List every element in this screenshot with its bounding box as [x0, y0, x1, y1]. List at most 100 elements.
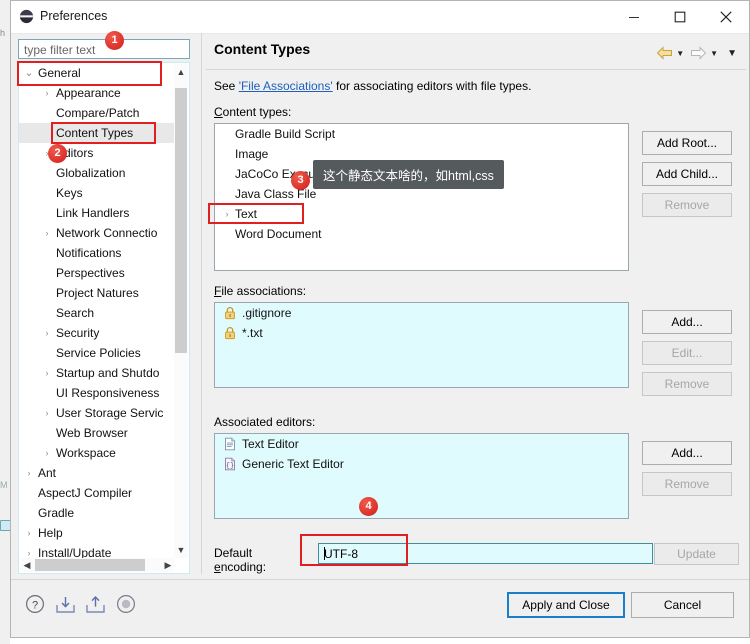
sidebar-item-ant[interactable]: › Ant — [19, 463, 176, 483]
view-menu-chevron-down-icon[interactable]: ▼ — [724, 48, 740, 59]
sidebar-item-globalization[interactable]: Globalization — [19, 163, 176, 183]
content-types-list[interactable]: Gradle Build Script Image JaCoCo Execution… — [214, 123, 629, 271]
background-window-strip: h M — [0, 0, 11, 644]
sidebar-item-gradle[interactable]: Gradle — [19, 503, 176, 523]
forward-arrow-icon — [691, 46, 707, 60]
preference-tree[interactable]: ⌄ General › Appearance Compare/Patch Content … — [18, 62, 190, 574]
default-encoding-value: UTF-8 — [324, 547, 358, 561]
sidebar-item-help[interactable]: › Help — [19, 523, 176, 543]
associated-editors-list[interactable]: Text Editor {} Generic Text Editor — [214, 433, 629, 519]
chevron-right-icon[interactable]: › — [41, 223, 53, 243]
file-associations-list[interactable]: .gitignore *.txt — [214, 302, 629, 388]
preference-tree-list[interactable]: ⌄ General › Appearance Compare/Patch Content … — [19, 63, 176, 559]
sidebar-item-editors[interactable]: › Editors — [19, 143, 176, 163]
scroll-down-icon[interactable]: ▼ — [174, 542, 188, 558]
sidebar-item-perspectives[interactable]: Perspectives — [19, 263, 176, 283]
filter-input[interactable]: type filter text — [18, 39, 190, 59]
ae-remove-button[interactable]: Remove — [642, 472, 732, 496]
tree-vertical-scrollbar[interactable]: ▲ ▼ — [174, 64, 188, 558]
file-associations-label: File associations: — [214, 284, 307, 298]
back-history-chevron-down-icon[interactable]: ▼ — [673, 49, 687, 58]
chevron-right-icon[interactable]: › — [41, 363, 53, 383]
sidebar-item-label: Perspectives — [56, 266, 125, 280]
minimize-button[interactable] — [611, 1, 657, 32]
sidebar-item-service-policies[interactable]: Service Policies — [19, 343, 176, 363]
cancel-button[interactable]: Cancel — [631, 592, 734, 618]
chevron-right-icon[interactable]: › — [23, 543, 35, 559]
tree-horizontal-scrollbar[interactable]: ◀ ▶ — [20, 558, 175, 572]
scroll-thumb-vertical[interactable] — [175, 88, 187, 353]
sidebar-item-label: Help — [38, 526, 63, 540]
sidebar-item-link-handlers[interactable]: Link Handlers — [19, 203, 176, 223]
chevron-right-icon[interactable]: › — [41, 83, 53, 103]
file-associations-link[interactable]: 'File Associations' — [239, 79, 333, 93]
sidebar-item-workspace[interactable]: › Workspace — [19, 443, 176, 463]
sidebar-item-label: Keys — [56, 186, 83, 200]
apply-and-close-button[interactable]: Apply and Close — [507, 592, 625, 618]
scroll-thumb-horizontal[interactable] — [35, 559, 145, 571]
chevron-right-icon[interactable]: › — [41, 443, 53, 463]
default-encoding-input[interactable]: UTF-8 — [318, 543, 653, 564]
sidebar-item-label: Appearance — [56, 86, 121, 100]
chevron-down-icon[interactable]: ⌄ — [23, 63, 35, 83]
chevron-right-icon[interactable]: › — [221, 204, 233, 224]
sidebar-item-notifications[interactable]: Notifications — [19, 243, 176, 263]
help-icon[interactable]: ? — [25, 594, 47, 616]
content-types-pane: Content Types ▼ ▼ ▼ See 'File Associatio… — [206, 35, 746, 574]
list-item-label: Text — [235, 207, 258, 221]
sidebar-item-security[interactable]: › Security — [19, 323, 176, 343]
maximize-button[interactable] — [657, 1, 703, 32]
ct-add-root-button[interactable]: Add Root... — [642, 131, 732, 155]
sidebar-item-project-natures[interactable]: Project Natures — [19, 283, 176, 303]
associated-editors-label-text: Associated editors: — [214, 415, 316, 429]
list-item[interactable]: .gitignore — [215, 303, 628, 323]
content-types-label: Content types: — [214, 105, 292, 119]
list-item-label: Word Document — [235, 227, 322, 241]
scroll-right-icon[interactable]: ▶ — [161, 558, 175, 572]
sidebar-item-user-storage-servic[interactable]: › User Storage Servic — [19, 403, 176, 423]
pane-divider[interactable] — [201, 33, 202, 574]
export-icon[interactable] — [85, 594, 107, 616]
list-item[interactable]: Gradle Build Script — [215, 124, 628, 144]
list-item[interactable]: {} Generic Text Editor — [215, 454, 628, 474]
sidebar-item-content-types[interactable]: Content Types — [19, 123, 176, 143]
sidebar-item-compare-patch[interactable]: Compare/Patch — [19, 103, 176, 123]
sidebar-item-keys[interactable]: Keys — [19, 183, 176, 203]
back-button[interactable]: ▼ — [656, 46, 687, 60]
import-icon[interactable] — [55, 594, 77, 616]
sidebar-item-aspectj-compiler[interactable]: AspectJ Compiler — [19, 483, 176, 503]
svg-text:?: ? — [32, 600, 38, 612]
fa-edit-button[interactable]: Edit... — [642, 341, 732, 365]
sidebar-item-appearance[interactable]: › Appearance — [19, 83, 176, 103]
chevron-right-icon[interactable]: › — [23, 463, 35, 483]
list-item[interactable]: Word Document — [215, 224, 628, 244]
fa-remove-button[interactable]: Remove — [642, 372, 732, 396]
sidebar-item-install-update[interactable]: › Install/Update — [19, 543, 176, 559]
list-item[interactable]: › Text — [215, 204, 628, 224]
list-item[interactable]: Text Editor — [215, 434, 628, 454]
chevron-right-icon[interactable]: › — [23, 523, 35, 543]
sidebar-item-search[interactable]: Search — [19, 303, 176, 323]
update-button[interactable]: Update — [654, 543, 739, 565]
sidebar-item-ui-responsiveness[interactable]: UI Responsiveness — [19, 383, 176, 403]
annotation-badge-1: 1 — [105, 31, 124, 50]
sidebar-item-startup-and-shutdo[interactable]: › Startup and Shutdo — [19, 363, 176, 383]
ct-add-child-button[interactable]: Add Child... — [642, 162, 732, 186]
ct-remove-button[interactable]: Remove — [642, 193, 732, 217]
scroll-up-icon[interactable]: ▲ — [174, 64, 188, 80]
fa-add-button[interactable]: Add... — [642, 310, 732, 334]
preferences-dialog: Preferences type filter text ⌄ General › Ap… — [10, 0, 750, 638]
forward-history-chevron-down-icon[interactable]: ▼ — [707, 49, 721, 58]
intro-prefix: See — [214, 79, 239, 93]
ae-add-button[interactable]: Add... — [642, 441, 732, 465]
scroll-left-icon[interactable]: ◀ — [20, 558, 34, 572]
sidebar-item-web-browser[interactable]: Web Browser — [19, 423, 176, 443]
chevron-right-icon[interactable]: › — [41, 323, 53, 343]
sidebar-item-general[interactable]: ⌄ General — [19, 63, 176, 83]
restore-defaults-icon[interactable] — [116, 594, 138, 616]
forward-button[interactable]: ▼ — [690, 46, 721, 60]
list-item[interactable]: *.txt — [215, 323, 628, 343]
close-button[interactable] — [703, 1, 749, 32]
chevron-right-icon[interactable]: › — [41, 403, 53, 423]
sidebar-item-network-connectio[interactable]: › Network Connectio — [19, 223, 176, 243]
